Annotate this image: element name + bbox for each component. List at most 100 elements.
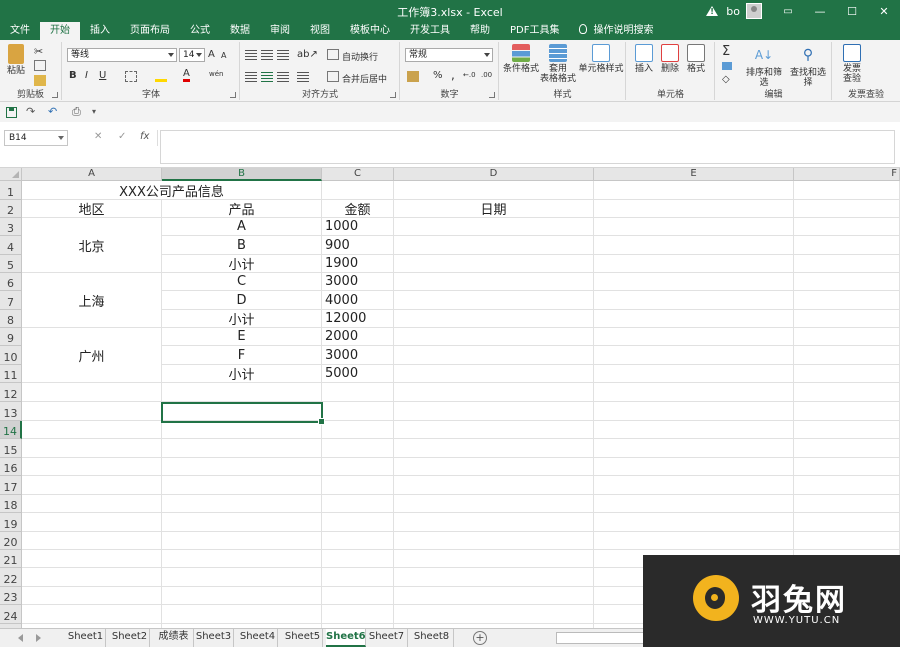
row-header-5[interactable]: 5 (0, 255, 22, 273)
grid-cell[interactable] (394, 181, 594, 200)
decrease-indent-icon[interactable] (297, 72, 309, 82)
grid-cell[interactable] (594, 365, 794, 383)
merge-center-button[interactable]: 合并后居中 (342, 72, 387, 85)
row-header-12[interactable]: 12 (0, 383, 22, 402)
confirm-icon[interactable]: ✓ (118, 131, 126, 142)
column-header-a[interactable]: A (22, 168, 162, 181)
grid-cell[interactable] (394, 605, 594, 624)
grid-cell[interactable] (394, 255, 594, 273)
row-header-21[interactable]: 21 (0, 550, 22, 568)
sheet-tab-6[interactable]: Sheet6 (326, 629, 366, 647)
active-cell-selection[interactable] (161, 402, 325, 425)
grid-cell[interactable] (794, 402, 900, 421)
grid-cell[interactable] (394, 439, 594, 458)
row-header-6[interactable]: 6 (0, 273, 22, 291)
product-cell[interactable]: C (162, 273, 322, 291)
sheet-tab-4[interactable]: Sheet4 (238, 629, 278, 647)
top-align-icon[interactable] (245, 50, 257, 60)
product-cell[interactable]: E (162, 328, 322, 346)
print-preview-icon[interactable]: ⎙ (72, 105, 81, 119)
grid-cell[interactable] (162, 550, 322, 568)
grid-cell[interactable] (394, 365, 594, 383)
grid-cell[interactable] (794, 439, 900, 458)
grid-cell[interactable] (22, 439, 162, 458)
grid-cell[interactable] (162, 439, 322, 458)
shrink-font-button[interactable]: A (221, 51, 226, 60)
grid-cell[interactable] (594, 458, 794, 476)
grid-cell[interactable] (794, 291, 900, 310)
avatar[interactable] (746, 3, 762, 19)
customize-toolbar-icon[interactable]: ▾ (92, 107, 96, 116)
grid-cell[interactable] (322, 495, 394, 513)
autosum-icon[interactable]: Σ (722, 44, 730, 59)
format-as-table-button[interactable]: 套用 表格格式 (540, 44, 576, 84)
grid-cell[interactable] (794, 495, 900, 513)
orientation-icon[interactable]: ab↗ (297, 49, 318, 60)
number-format-select[interactable]: 常规 (405, 48, 493, 62)
font-launcher-icon[interactable] (230, 92, 236, 98)
tab-home[interactable]: 开始 (40, 22, 80, 40)
grid-cell[interactable] (394, 513, 594, 532)
grid-cell[interactable] (394, 476, 594, 495)
grid-cell[interactable] (22, 495, 162, 513)
align-left-icon[interactable] (245, 72, 257, 82)
redo-icon[interactable]: ↷ (26, 105, 35, 118)
underline-button[interactable]: U (99, 70, 106, 81)
product-cell[interactable]: 小计 (162, 255, 322, 273)
grid-cell[interactable] (162, 495, 322, 513)
cell-styles-button[interactable]: 单元格样式 (578, 44, 624, 74)
header-amount-cell[interactable]: 金额 (322, 200, 394, 218)
grid-cell[interactable] (394, 495, 594, 513)
grid-cell[interactable] (594, 383, 794, 402)
clear-icon[interactable]: ◇ (722, 74, 730, 85)
grid-cell[interactable] (394, 383, 594, 402)
column-header-b[interactable]: B (162, 168, 322, 181)
grid-cell[interactable] (162, 476, 322, 495)
font-size-select[interactable]: 14 (179, 48, 205, 62)
row-header-22[interactable]: 22 (0, 568, 22, 587)
row-header-19[interactable]: 19 (0, 513, 22, 532)
grow-font-button[interactable]: A (208, 49, 215, 60)
save-icon[interactable] (6, 107, 17, 118)
tab-pdf-tools[interactable]: PDF工具集 (500, 22, 569, 40)
grid-cell[interactable] (594, 273, 794, 291)
sort-filter-button[interactable]: A↓ 排序和筛选 (742, 44, 786, 88)
amount-cell[interactable]: 3000 (322, 346, 394, 365)
amount-cell[interactable]: 1000 (322, 218, 394, 236)
grid-cell[interactable] (794, 181, 900, 200)
middle-align-icon[interactable] (261, 50, 273, 60)
grid-cell[interactable] (394, 346, 594, 365)
tell-me-search[interactable]: 操作说明搜索 (569, 22, 663, 40)
row-header-20[interactable]: 20 (0, 532, 22, 550)
tab-template-center[interactable]: 模板中心 (340, 22, 400, 40)
grid-cell[interactable] (794, 513, 900, 532)
tab-file[interactable]: 文件 (0, 22, 40, 40)
grid-cell[interactable] (594, 439, 794, 458)
paste-button[interactable]: 粘贴 (4, 44, 28, 76)
grid-cell[interactable] (322, 421, 394, 439)
warning-icon[interactable] (706, 6, 719, 16)
bold-button[interactable]: B (69, 70, 77, 81)
grid-cell[interactable] (794, 273, 900, 291)
column-header-e[interactable]: E (594, 168, 794, 181)
align-center-icon[interactable] (261, 72, 273, 82)
grid-cell[interactable] (162, 587, 322, 605)
grid-cell[interactable] (162, 458, 322, 476)
tab-help[interactable]: 帮助 (460, 22, 500, 40)
amount-cell[interactable]: 900 (322, 236, 394, 255)
grid-cell[interactable] (594, 328, 794, 346)
row-header-11[interactable]: 11 (0, 365, 22, 383)
undo-icon[interactable]: ↶ (48, 105, 57, 118)
tab-view[interactable]: 视图 (300, 22, 340, 40)
accounting-format-icon[interactable] (407, 71, 419, 82)
grid-cell[interactable] (22, 550, 162, 568)
row-header-14[interactable]: 14 (0, 421, 22, 439)
amount-cell[interactable]: 12000 (322, 310, 394, 328)
grid-cell[interactable] (594, 421, 794, 439)
grid-cell[interactable] (394, 532, 594, 550)
row-header-10[interactable]: 10 (0, 346, 22, 365)
grid-cell[interactable] (322, 458, 394, 476)
row-header-1[interactable]: 1 (0, 181, 22, 200)
grid-cell[interactable] (594, 402, 794, 421)
column-header-d[interactable]: D (394, 168, 594, 181)
